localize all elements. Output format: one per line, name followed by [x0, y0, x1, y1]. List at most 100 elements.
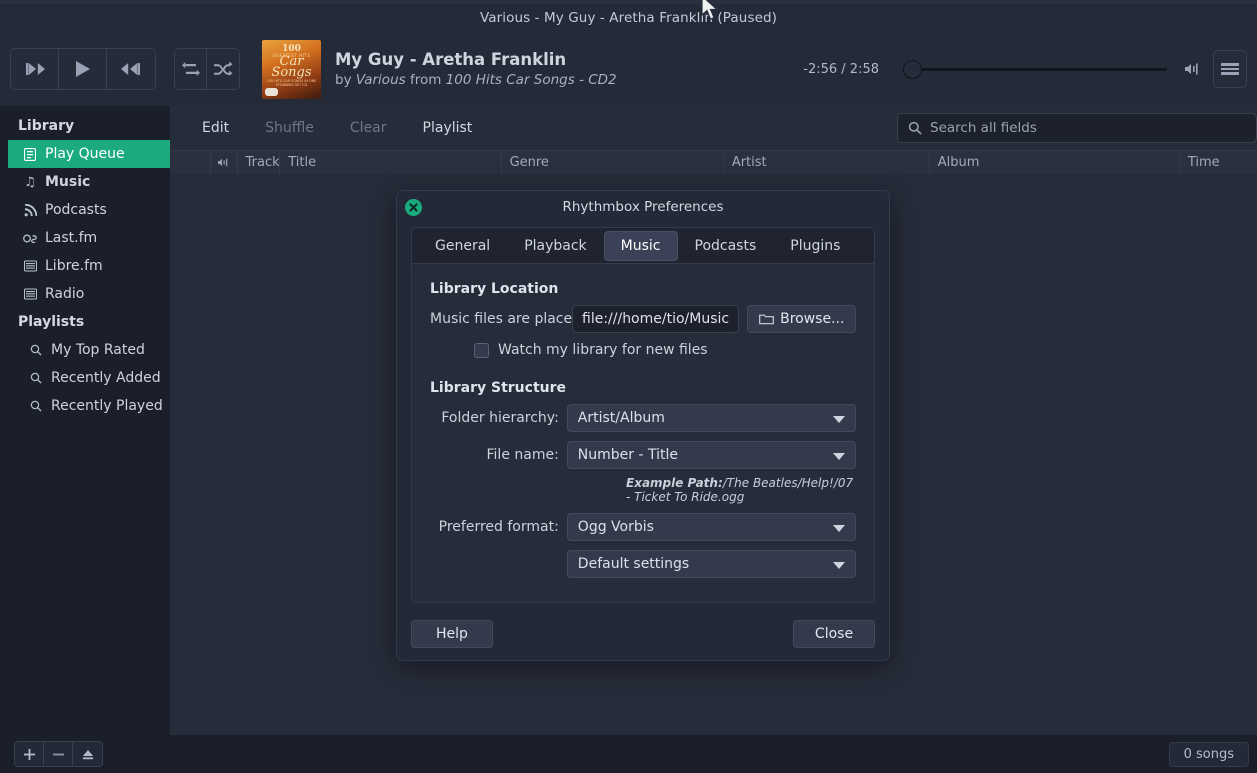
queue-toolbar: Edit Shuffle Clear Playlist Search all f…	[170, 106, 1257, 150]
column-playing[interactable]	[211, 150, 238, 175]
previous-button[interactable]	[11, 49, 59, 89]
add-playlist-button[interactable]	[15, 742, 44, 766]
browse-label: Browse...	[780, 311, 845, 327]
file-name-value: Number - Title	[577, 447, 678, 463]
sidebar-playlists-header: Playlists	[18, 314, 85, 330]
sidebar-item-lastfm[interactable]: Last.fm	[8, 224, 170, 252]
sidebar-item-radio[interactable]: Radio	[8, 280, 170, 308]
column-album[interactable]: Album	[930, 150, 1180, 175]
help-button[interactable]: Help	[411, 620, 493, 648]
player-header: 100 GREATEST HITS Car Songs 100 HITS CAR…	[0, 32, 1257, 106]
search-icon	[28, 344, 44, 356]
watch-library-checkbox[interactable]	[474, 342, 489, 358]
column-time[interactable]: Time	[1180, 151, 1257, 175]
chevron-down-icon	[833, 562, 845, 569]
play-button[interactable]	[59, 49, 107, 89]
file-name-dropdown[interactable]: Number - Title	[566, 441, 856, 469]
preferred-format-dropdown[interactable]: Ogg Vorbis	[566, 513, 856, 541]
close-icon	[409, 203, 418, 212]
search-icon	[28, 372, 44, 384]
librefm-icon	[22, 260, 38, 272]
sidebar-item-label: Radio	[45, 286, 85, 302]
column-spacer[interactable]	[170, 150, 211, 175]
seek-slider[interactable]	[899, 54, 1167, 84]
seek-handle[interactable]	[903, 60, 922, 79]
folder-hierarchy-dropdown[interactable]: Artist/Album	[566, 404, 856, 432]
remove-playlist-button[interactable]	[44, 742, 73, 766]
sidebar: Library Play Queue ♫ Music Podcasts Last…	[8, 106, 170, 735]
tab-podcasts[interactable]: Podcasts	[678, 231, 774, 261]
tab-playback[interactable]: Playback	[507, 231, 603, 261]
now-playing-subtitle: by Various from 100 Hits Car Songs - CD2	[335, 72, 803, 88]
playlist-button[interactable]: Playlist	[405, 113, 491, 143]
sidebar-item-label: Play Queue	[45, 146, 125, 162]
sidebar-item-podcasts[interactable]: Podcasts	[8, 196, 170, 224]
folder-hierarchy-label: Folder hierarchy:	[441, 410, 559, 426]
music-path-field[interactable]: file:///home/tio/Music	[572, 305, 740, 333]
folder-icon	[759, 314, 774, 325]
album-art-line3: Car Songs	[271, 53, 312, 80]
shuffle-queue-button[interactable]: Shuffle	[247, 113, 332, 143]
plus-icon	[23, 748, 35, 760]
eject-button[interactable]	[73, 742, 102, 766]
repeat-button[interactable]	[175, 49, 207, 89]
sidebar-item-my-top-rated[interactable]: My Top Rated	[8, 336, 170, 364]
tab-general[interactable]: General	[418, 231, 507, 261]
column-artist[interactable]: Artist	[724, 150, 930, 175]
main-menu-button[interactable]	[1213, 50, 1247, 88]
column-track[interactable]: Track	[238, 150, 281, 175]
dialog-titlebar: Rhythmbox Preferences	[397, 191, 889, 223]
sidebar-item-librefm[interactable]: Libre.fm	[8, 252, 170, 280]
dialog-title: Rhythmbox Preferences	[562, 199, 724, 215]
sidebar-item-label: Recently Played	[51, 398, 163, 414]
preferences-dialog: Rhythmbox Preferences General Playback M…	[396, 190, 890, 661]
sidebar-footer-buttons	[14, 741, 103, 767]
rss-icon	[22, 203, 38, 217]
sidebar-item-recently-played[interactable]: Recently Played	[8, 392, 170, 420]
folder-hierarchy-row: Folder hierarchy: Artist/Album	[430, 404, 856, 432]
search-icon	[908, 121, 922, 135]
sidebar-item-label: Recently Added	[51, 370, 161, 386]
volume-button[interactable]	[1183, 61, 1203, 77]
edit-button[interactable]: Edit	[184, 113, 247, 143]
file-name-label: File name:	[486, 447, 559, 463]
playback-time: -2:56 / 2:58	[803, 61, 879, 77]
dialog-tabs: General Playback Music Podcasts Plugins	[412, 228, 874, 264]
next-button[interactable]	[107, 49, 155, 89]
watch-library-label: Watch my library for new files	[498, 342, 708, 358]
sidebar-item-recently-added[interactable]: Recently Added	[8, 364, 170, 392]
column-genre[interactable]: Genre	[502, 150, 724, 175]
clear-queue-button[interactable]: Clear	[332, 113, 405, 143]
preferred-format-row: Preferred format: Ogg Vorbis	[430, 513, 856, 541]
playback-mode-controls	[174, 48, 240, 90]
chevron-down-icon	[833, 416, 845, 423]
library-structure-title: Library Structure	[430, 380, 567, 396]
preferred-format-value: Ogg Vorbis	[577, 519, 654, 535]
tab-music[interactable]: Music	[603, 231, 678, 261]
search-input[interactable]: Search all fields	[897, 113, 1257, 143]
search-placeholder: Search all fields	[930, 120, 1037, 136]
tab-plugins[interactable]: Plugins	[773, 231, 857, 261]
folder-hierarchy-value: Artist/Album	[577, 410, 665, 426]
sidebar-item-music[interactable]: ♫ Music	[8, 168, 170, 196]
eject-icon	[82, 749, 93, 759]
column-title[interactable]: Title	[280, 150, 502, 175]
preferred-format-label: Preferred format:	[438, 519, 559, 535]
sidebar-footer	[8, 735, 170, 773]
radio-icon	[22, 288, 38, 300]
sidebar-item-label: Music	[45, 174, 91, 190]
browse-button[interactable]: Browse...	[747, 305, 857, 333]
shuffle-button[interactable]	[207, 49, 239, 89]
library-location-title: Library Location	[430, 281, 559, 297]
dialog-close-button[interactable]	[405, 199, 422, 216]
example-path: Example Path:/The Beatles/Help!/07 - Tic…	[626, 476, 856, 504]
format-settings-dropdown[interactable]: Default settings	[566, 550, 856, 578]
now-playing-title: My Guy - Aretha Franklin	[335, 50, 567, 69]
window-title: Various - My Guy - Aretha Franklin (Paus…	[479, 10, 778, 26]
sidebar-item-play-queue[interactable]: Play Queue	[8, 140, 170, 168]
minus-icon	[52, 753, 64, 755]
format-settings-row: Default settings	[430, 550, 856, 578]
watch-library-row[interactable]: Watch my library for new files	[474, 342, 856, 358]
dialog-action-bar: Help Close	[411, 620, 875, 648]
close-button[interactable]: Close	[793, 620, 875, 648]
